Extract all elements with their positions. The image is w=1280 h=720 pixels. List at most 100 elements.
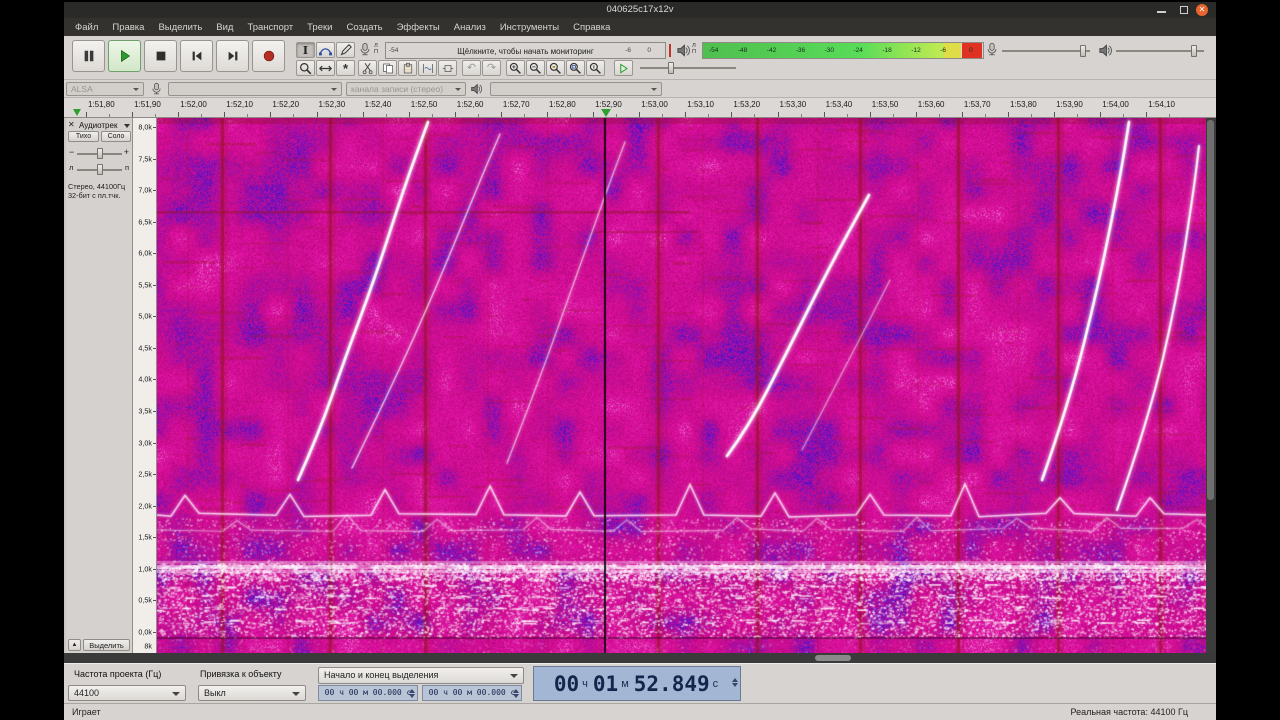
gain-slider-thumb[interactable] <box>97 148 103 159</box>
audio-host-combo[interactable]: ALSA <box>66 82 144 96</box>
selection-start-spinner-icon[interactable] <box>409 688 416 699</box>
paste-button[interactable] <box>398 60 417 76</box>
menu-item-7[interactable]: Эффекты <box>390 20 447 35</box>
timeline-label: 1:52,90 <box>595 100 622 109</box>
horizontal-scrollbar[interactable] <box>64 653 1216 663</box>
vertical-scrollbar-thumb[interactable] <box>1207 120 1214 500</box>
microphone-icon <box>358 42 372 57</box>
snap-to-combo[interactable]: Выкл <box>198 685 306 701</box>
timeshift-tool-button[interactable] <box>316 60 335 76</box>
horizontal-scrollbar-thumb[interactable] <box>815 655 851 661</box>
close-icon[interactable]: ✕ <box>1196 4 1208 16</box>
redo-button[interactable]: ↷ <box>482 60 501 76</box>
selection-start-field[interactable]: 00 ч 00 м 00.000 с <box>318 685 418 701</box>
skip-to-start-button[interactable] <box>180 40 213 72</box>
playback-device-combo[interactable] <box>490 82 662 96</box>
track-format-line1: Стерео, 44100Гц <box>68 182 126 191</box>
select-track-button[interactable]: Выделить <box>83 639 130 651</box>
envelope-tool-button[interactable] <box>316 42 335 58</box>
mute-button[interactable]: Тихо <box>68 131 99 142</box>
play-speed-slider[interactable] <box>640 67 736 69</box>
selection-tool-button[interactable]: I <box>296 42 315 58</box>
play-position-marker-icon[interactable] <box>601 109 611 117</box>
fit-project-button[interactable] <box>566 60 585 76</box>
gain-minus-label: − <box>69 147 75 157</box>
recording-volume-slider[interactable] <box>1002 50 1090 52</box>
menu-item-0[interactable]: Файл <box>68 20 105 35</box>
draw-tool-button[interactable] <box>336 42 355 58</box>
playback-meter-scale-label: -6 <box>940 47 946 54</box>
playback-meter[interactable]: -54 -48 -42 -36 -30 -24 -18 -12 -6 0 <box>702 42 984 59</box>
pinned-playhead-icon[interactable] <box>73 109 81 116</box>
recording-meter[interactable]: -54 Щёлкните, чтобы начать мониторинг -6… <box>385 42 666 59</box>
selection-range-mode-combo[interactable]: Начало и конец выделения <box>318 667 524 684</box>
timeline-label: 1:52,50 <box>410 100 438 109</box>
silence-audio-button[interactable] <box>438 60 457 76</box>
timeline-label: 1:53,20 <box>733 100 761 109</box>
title-bar[interactable]: 040625c17x12v ✕ <box>64 2 1216 18</box>
track-close-icon[interactable]: ✕ <box>68 120 75 129</box>
cut-button[interactable] <box>358 60 377 76</box>
record-button[interactable] <box>252 40 285 72</box>
gain-plus-label: + <box>123 147 129 157</box>
track-control-panel[interactable]: ✕ Аудиотрек Тихо Соло − + л п Стерео, 44… <box>66 118 133 653</box>
timeline-label: 1:54,00 <box>1102 100 1129 109</box>
record-meter-scale-m6: -6 <box>625 47 631 54</box>
solo-button[interactable]: Соло <box>101 131 131 142</box>
pan-slider-thumb[interactable] <box>97 164 103 175</box>
vertical-scrollbar[interactable] <box>1206 118 1216 653</box>
play-at-speed-button[interactable] <box>614 60 633 76</box>
menu-item-4[interactable]: Транспорт <box>240 20 300 35</box>
play-speed-slider-thumb[interactable] <box>668 62 674 74</box>
stop-button[interactable] <box>144 40 177 72</box>
frequency-label: 6,5k <box>138 217 152 227</box>
spectrogram-canvas[interactable] <box>157 118 1206 653</box>
track-name[interactable]: Аудиотрек <box>79 121 117 130</box>
fit-selection-button[interactable] <box>546 60 565 76</box>
timeline-label: 1:53,70 <box>963 100 991 109</box>
menu-item-3[interactable]: Вид <box>209 20 240 35</box>
zoom-out-button[interactable] <box>526 60 545 76</box>
recording-device-combo[interactable] <box>168 82 342 96</box>
timeline-tick <box>639 112 641 117</box>
copy-button[interactable] <box>378 60 397 76</box>
collapse-track-button[interactable]: ▲ <box>68 639 81 651</box>
multi-tool-button[interactable]: * <box>336 60 355 76</box>
selection-end-spinner-icon[interactable] <box>513 688 520 699</box>
recording-volume-thumb[interactable] <box>1080 45 1086 57</box>
project-rate-combo[interactable]: 44100 <box>68 685 186 701</box>
copy-icon <box>382 62 394 75</box>
maximize-icon[interactable] <box>1180 6 1188 14</box>
zoom-in-button[interactable] <box>506 60 525 76</box>
timeline-label: 1:53,40 <box>825 100 853 109</box>
menu-item-2[interactable]: Выделить <box>151 20 209 35</box>
undo-button[interactable]: ↶ <box>462 60 481 76</box>
playback-volume-thumb[interactable] <box>1191 45 1197 57</box>
frequency-tick <box>153 347 156 349</box>
skip-to-end-button[interactable] <box>216 40 249 72</box>
frequency-tick <box>153 379 156 381</box>
zoom-tool-button[interactable] <box>296 60 315 76</box>
timeline-tick <box>685 112 687 117</box>
zoom-in-icon <box>509 62 522 75</box>
trim-audio-button[interactable] <box>418 60 437 76</box>
audio-position-field[interactable]: 00 ч 01 м 52.849 с <box>533 666 741 701</box>
recording-channels-combo[interactable]: канала записи (стерео) <box>346 82 466 96</box>
menu-item-9[interactable]: Инструменты <box>493 20 566 35</box>
menu-item-5[interactable]: Треки <box>300 20 339 35</box>
frequency-label: 6,0k <box>138 248 152 258</box>
menu-item-10[interactable]: Справка <box>566 20 617 35</box>
menu-item-1[interactable]: Правка <box>105 20 151 35</box>
selection-end-field[interactable]: 00 ч 00 м 00.000 с <box>422 685 522 701</box>
menu-item-8[interactable]: Анализ <box>447 20 493 35</box>
timeline-ruler[interactable]: 1:51,80 1:51,90 1:52,00 1:52,10 1:52,20 1:52,… <box>64 98 1216 118</box>
menu-item-6[interactable]: Создать <box>339 20 389 35</box>
pan-left-label: л <box>69 163 74 172</box>
minimize-icon[interactable] <box>1157 11 1166 13</box>
audio-position-spinner-icon[interactable] <box>732 677 739 688</box>
zoom-toggle-button[interactable] <box>586 60 605 76</box>
play-button[interactable] <box>108 40 141 72</box>
track-menu-icon[interactable] <box>124 124 130 128</box>
pause-button[interactable] <box>72 40 105 72</box>
playback-meter-scale-label: -24 <box>853 47 863 54</box>
